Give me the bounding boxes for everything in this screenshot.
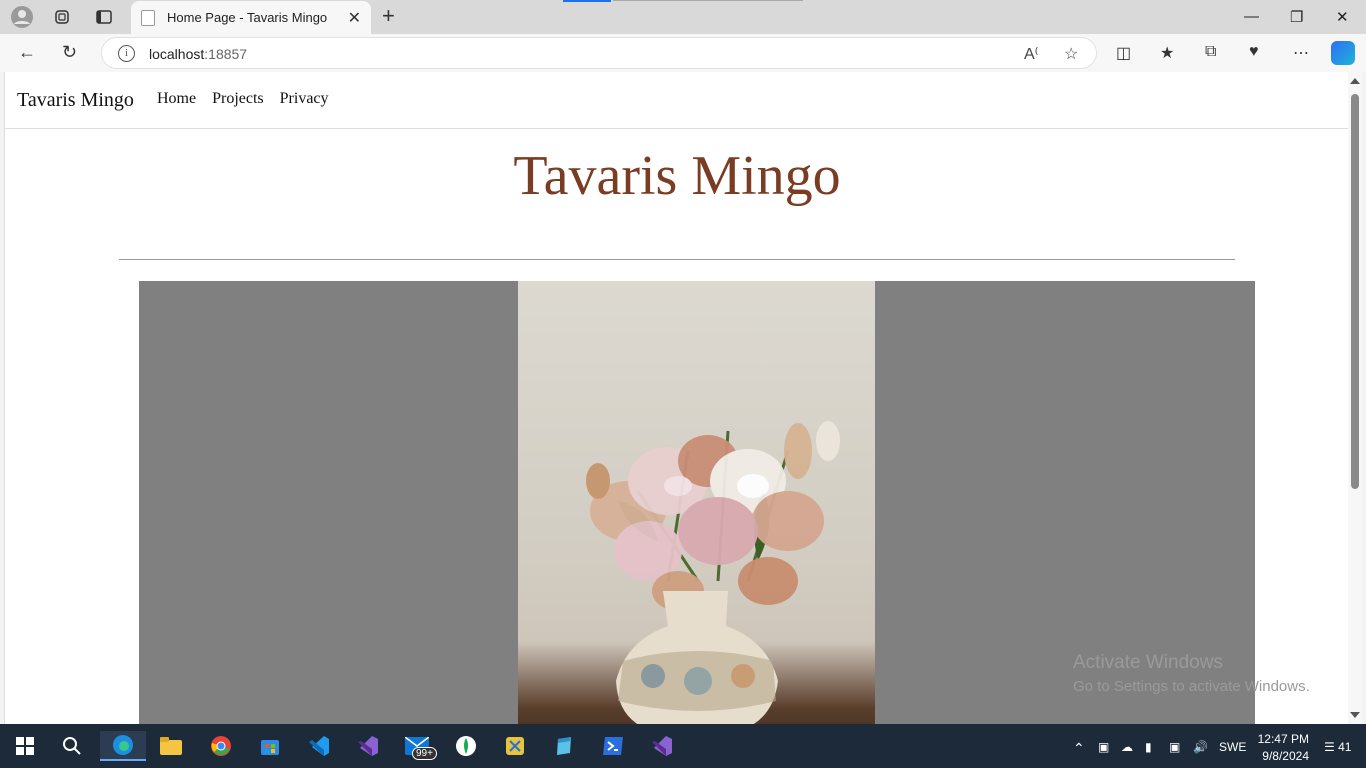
- onedrive-icon[interactable]: ☁: [1121, 740, 1133, 754]
- vscode-icon[interactable]: [304, 731, 334, 761]
- powershell-icon[interactable]: [598, 731, 628, 761]
- network-icon[interactable]: ▣: [1169, 740, 1180, 754]
- notifications-count: 41: [1338, 740, 1352, 754]
- flower-vase-photo: [518, 281, 875, 724]
- loading-track: [613, 0, 803, 1]
- read-aloud-icon[interactable]: A⁽: [1024, 44, 1039, 64]
- store-icon[interactable]: [255, 731, 285, 761]
- language-indicator[interactable]: SWE: [1219, 740, 1246, 754]
- page-viewport: Tavaris Mingo Home Projects Privacy Tava…: [4, 72, 1348, 724]
- windows-taskbar: [0, 724, 1366, 768]
- clock[interactable]: 12:47 PM 9/8/2024: [1251, 731, 1309, 765]
- clock-date: 9/8/2024: [1262, 749, 1309, 763]
- favorites-icon[interactable]: ★: [1160, 43, 1174, 63]
- tab-actions-icon[interactable]: [92, 5, 116, 29]
- start-icon[interactable]: [10, 731, 40, 761]
- divider: [119, 259, 1235, 260]
- minimize-icon[interactable]: —: [1244, 8, 1259, 25]
- nav-projects-link[interactable]: Projects: [212, 90, 264, 108]
- clock-time: 12:47 PM: [1257, 732, 1309, 746]
- close-window-icon[interactable]: ✕: [1336, 8, 1349, 26]
- nav-home-link[interactable]: Home: [157, 90, 196, 108]
- url-text[interactable]: localhost:18857: [149, 46, 247, 62]
- nav-privacy-link[interactable]: Privacy: [280, 90, 329, 108]
- battery-icon[interactable]: ▮: [1145, 740, 1152, 754]
- site-info-icon[interactable]: i: [118, 45, 135, 62]
- hero-title: Tavaris Mingo: [513, 145, 841, 207]
- scrollbar-thumb[interactable]: [1351, 94, 1359, 489]
- chrome-icon[interactable]: [206, 731, 236, 761]
- address-bar[interactable]: i localhost:18857 A⁽ ☆: [101, 37, 1097, 69]
- browser-tab-bar: Home Page - Tavaris Mingo ✕ + — ❐ ✕: [0, 0, 1366, 34]
- more-options-icon[interactable]: ⋯: [1293, 43, 1309, 63]
- meet-now-icon[interactable]: ▣: [1098, 740, 1109, 754]
- favorite-star-icon[interactable]: ☆: [1064, 44, 1078, 64]
- show-hidden-icons-icon[interactable]: ⌃: [1073, 740, 1085, 757]
- restore-icon[interactable]: ❐: [1290, 8, 1303, 26]
- vertical-scrollbar[interactable]: [1348, 72, 1362, 724]
- close-tab-icon[interactable]: ✕: [348, 8, 361, 28]
- scroll-down-icon[interactable]: [1350, 712, 1360, 718]
- search-icon[interactable]: [57, 731, 87, 761]
- edge-taskbar-icon[interactable]: [100, 731, 146, 761]
- refresh-icon[interactable]: ↻: [62, 42, 77, 63]
- page-favicon-icon: [141, 9, 155, 26]
- tab-title: Home Page - Tavaris Mingo: [167, 10, 328, 25]
- visual-studio-2-icon[interactable]: [647, 731, 677, 761]
- volume-icon[interactable]: 🔊: [1193, 740, 1208, 754]
- notifications-icon[interactable]: ☰ 41: [1324, 740, 1351, 754]
- watermark-title: Activate Windows: [1073, 652, 1223, 673]
- site-navbar: Tavaris Mingo Home Projects Privacy: [5, 72, 1348, 129]
- loading-indicator: [563, 0, 611, 2]
- activate-windows-watermark: Activate Windows Go to Settings to activ…: [1073, 652, 1310, 695]
- visual-studio-icon[interactable]: [353, 731, 383, 761]
- site-brand-link[interactable]: Tavaris Mingo: [17, 89, 134, 112]
- url-port: :18857: [204, 46, 248, 62]
- snipping-tool-icon[interactable]: [500, 731, 530, 761]
- notepad-icon[interactable]: [549, 731, 579, 761]
- mongodb-icon[interactable]: [451, 731, 481, 761]
- mail-badge: 99+: [412, 747, 437, 760]
- split-screen-icon[interactable]: ◫: [1116, 43, 1131, 63]
- file-explorer-icon[interactable]: [156, 731, 186, 761]
- back-icon[interactable]: ←: [18, 42, 36, 63]
- active-tab[interactable]: Home Page - Tavaris Mingo ✕: [131, 1, 371, 34]
- workspaces-icon[interactable]: [50, 5, 74, 29]
- scroll-up-icon[interactable]: [1350, 78, 1360, 84]
- new-tab-button[interactable]: +: [382, 5, 395, 27]
- nav-links: Home Projects Privacy: [157, 90, 329, 108]
- copilot-icon[interactable]: [1331, 41, 1355, 65]
- browser-essentials-icon[interactable]: ♥: [1249, 43, 1259, 61]
- profile-icon[interactable]: [10, 5, 34, 29]
- url-host: localhost: [149, 46, 205, 62]
- watermark-subtitle: Go to Settings to activate Windows.: [1073, 678, 1310, 695]
- collections-icon[interactable]: ⧉: [1205, 43, 1216, 61]
- browser-toolbar: ← ↻ i localhost:18857 A⁽ ☆ ◫ ★ ⧉ ♥ ⋯: [0, 34, 1366, 72]
